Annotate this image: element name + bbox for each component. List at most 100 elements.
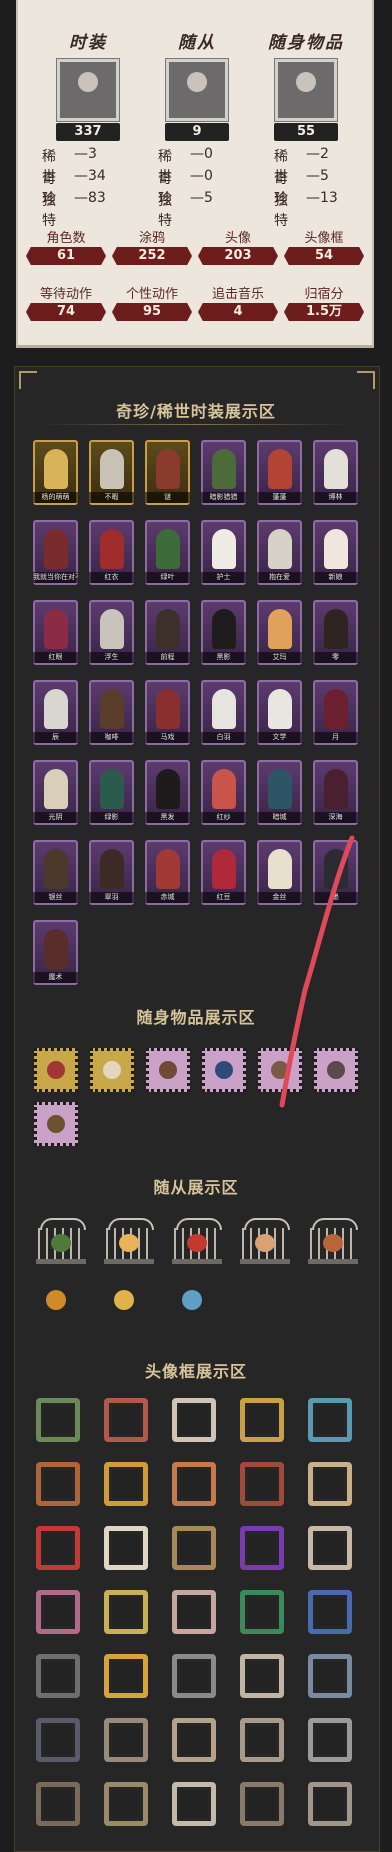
costume-card[interactable]: 抱在爱 <box>257 520 302 585</box>
costume-card[interactable]: 魔术 <box>33 920 78 985</box>
costume-card[interactable]: 护士 <box>201 520 246 585</box>
costume-card[interactable]: 杨的萌萌 <box>33 440 78 505</box>
costume-card[interactable]: 红纱 <box>201 760 246 825</box>
costume-card[interactable]: 暗影猎猎 <box>201 440 246 505</box>
avatar-frame[interactable] <box>172 1590 216 1634</box>
avatar-frame[interactable] <box>104 1718 148 1762</box>
avatar-frame[interactable] <box>240 1526 284 1570</box>
avatar-frame[interactable] <box>172 1718 216 1762</box>
item-stamp[interactable] <box>314 1048 358 1092</box>
avatar-frame[interactable] <box>172 1782 216 1826</box>
item-stamp[interactable] <box>146 1048 190 1092</box>
costume-card[interactable]: 谜 <box>145 440 190 505</box>
avatar-frame[interactable] <box>308 1654 352 1698</box>
item-stamp[interactable] <box>258 1048 302 1092</box>
avatar-frame[interactable] <box>36 1782 80 1826</box>
avatar-frame[interactable] <box>240 1782 284 1826</box>
avatar-frame[interactable] <box>308 1462 352 1506</box>
costume-name: 黑发 <box>145 812 190 823</box>
avatar-frame[interactable] <box>240 1654 284 1698</box>
costume-card[interactable]: 零 <box>313 600 358 665</box>
costume-card[interactable]: 赤城 <box>145 840 190 905</box>
avatar-frame[interactable] <box>308 1398 352 1442</box>
item-stamp[interactable] <box>90 1048 134 1092</box>
pet-icon[interactable] <box>176 1284 208 1316</box>
item-stamp[interactable] <box>34 1102 78 1146</box>
avatar-frame[interactable] <box>240 1590 284 1634</box>
avatar-frame[interactable] <box>172 1398 216 1442</box>
costume-card[interactable]: 银丝 <box>33 840 78 905</box>
avatar-frame[interactable] <box>240 1462 284 1506</box>
pet-cage[interactable] <box>172 1218 222 1264</box>
pet-cage[interactable] <box>240 1218 290 1264</box>
costume-card[interactable]: 博林 <box>313 440 358 505</box>
costume-card[interactable]: 艾玛 <box>257 600 302 665</box>
item-icon <box>47 1115 65 1133</box>
costume-name: 辰 <box>33 732 78 743</box>
avatar-frame[interactable] <box>240 1398 284 1442</box>
costume-card[interactable]: 文学 <box>257 680 302 745</box>
costume-name: 墨 <box>313 892 358 903</box>
costume-card[interactable]: 新娘 <box>313 520 358 585</box>
costume-card[interactable]: 白羽 <box>201 680 246 745</box>
costume-card[interactable]: 绿影 <box>89 760 134 825</box>
avatar-frame[interactable] <box>172 1526 216 1570</box>
avatar-frame[interactable] <box>308 1782 352 1826</box>
costume-card[interactable]: 浮生 <box>89 600 134 665</box>
costume-card[interactable]: 黑发 <box>145 760 190 825</box>
avatar-frame[interactable] <box>172 1462 216 1506</box>
pet-cage[interactable] <box>36 1218 86 1264</box>
costume-card[interactable]: 绿叶 <box>145 520 190 585</box>
avatar-frame[interactable] <box>172 1654 216 1698</box>
costume-card[interactable]: 月 <box>313 680 358 745</box>
costume-card[interactable]: 我就当你在对不起 <box>33 520 78 585</box>
category-title: 时装 <box>69 33 107 53</box>
costume-name: 月 <box>313 732 358 743</box>
pet-icon[interactable] <box>108 1284 140 1316</box>
costume-figure <box>324 449 348 489</box>
costume-card[interactable]: 红眼 <box>33 600 78 665</box>
costume-card[interactable]: 红豆 <box>201 840 246 905</box>
pet-icon[interactable] <box>40 1284 72 1316</box>
costume-card[interactable]: 深海 <box>313 760 358 825</box>
item-stamp[interactable] <box>34 1048 78 1092</box>
avatar-frame[interactable] <box>104 1782 148 1826</box>
avatar-frame[interactable] <box>104 1398 148 1442</box>
costume-card[interactable]: 马戏 <box>145 680 190 745</box>
costume-card[interactable]: 暗城 <box>257 760 302 825</box>
avatar-frame[interactable] <box>36 1462 80 1506</box>
avatar-frame[interactable] <box>308 1526 352 1570</box>
item-stamp[interactable] <box>202 1048 246 1092</box>
costume-name: 黑影 <box>201 652 246 663</box>
avatar-frame[interactable] <box>104 1462 148 1506</box>
avatar-frame[interactable] <box>36 1718 80 1762</box>
costume-card[interactable]: 辰 <box>33 680 78 745</box>
costume-card[interactable]: 前程 <box>145 600 190 665</box>
costume-card[interactable]: 墨 <box>313 840 358 905</box>
avatar-frame[interactable] <box>104 1654 148 1698</box>
avatar-frame[interactable] <box>240 1718 284 1762</box>
avatar-frame[interactable] <box>104 1590 148 1634</box>
costume-card[interactable]: 蓬蓬 <box>257 440 302 505</box>
costume-figure <box>156 529 180 569</box>
avatar-frame[interactable] <box>36 1526 80 1570</box>
costume-card[interactable]: 金丝 <box>257 840 302 905</box>
avatar-frame[interactable] <box>36 1398 80 1442</box>
costume-card[interactable]: 翠羽 <box>89 840 134 905</box>
costume-card[interactable]: 黑影 <box>201 600 246 665</box>
pet-cage[interactable] <box>308 1218 358 1264</box>
counter-label: 等待动作 <box>39 287 92 302</box>
costume-name: 咖啡 <box>89 732 134 743</box>
avatar-frame[interactable] <box>308 1590 352 1634</box>
avatar-frame[interactable] <box>104 1526 148 1570</box>
costume-card[interactable]: 咖啡 <box>89 680 134 745</box>
costume-card[interactable]: 不暇 <box>89 440 134 505</box>
costume-card[interactable]: 光阴 <box>33 760 78 825</box>
costume-name: 暗影猎猎 <box>201 492 246 503</box>
avatar-frame[interactable] <box>308 1718 352 1762</box>
pet-cage[interactable] <box>104 1218 154 1264</box>
avatar-frame[interactable] <box>36 1654 80 1698</box>
costume-card[interactable]: 红衣 <box>89 520 134 585</box>
section-title-costumes: 奇珍/稀世时装展示区 <box>116 402 276 421</box>
avatar-frame[interactable] <box>36 1590 80 1634</box>
